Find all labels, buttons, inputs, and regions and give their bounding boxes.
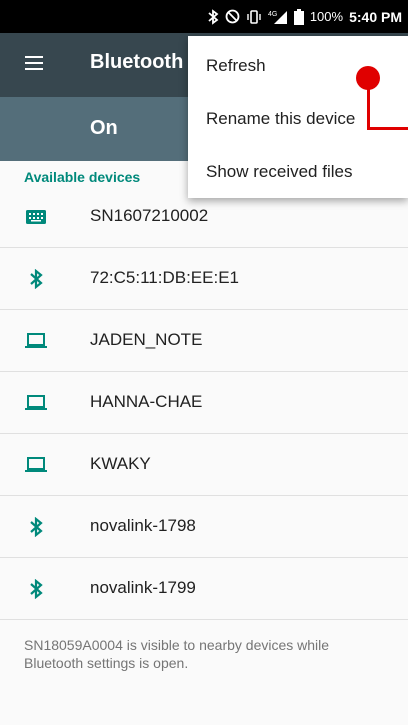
page-title: Bluetooth <box>90 51 184 73</box>
menu-item-rename-device[interactable]: Rename this device <box>188 91 408 145</box>
signal-icon: 4G <box>268 9 288 25</box>
device-name: JADEN_NOTE <box>90 330 203 349</box>
vibrate-icon <box>246 9 262 24</box>
device-name: novalink-1799 <box>90 578 196 597</box>
device-row[interactable]: HANNA-CHAE <box>0 372 408 434</box>
device-row[interactable]: novalink-1799 <box>0 558 408 620</box>
device-row[interactable]: 72:C5:11:DB:EE:E1 <box>0 248 408 310</box>
menu-item-label: Show received files <box>206 162 353 181</box>
device-name: 72:C5:11:DB:EE:E1 <box>90 268 239 287</box>
device-name: novalink-1798 <box>90 516 196 535</box>
visibility-note: SN18059A0004 is visible to nearby device… <box>24 637 330 671</box>
hamburger-menu-icon <box>25 56 43 70</box>
laptop-icon <box>24 453 48 477</box>
available-devices-header: Available devices <box>24 169 141 185</box>
menu-item-label: Rename this device <box>206 109 356 128</box>
device-name: HANNA-CHAE <box>90 392 203 411</box>
battery-percent: 100% <box>309 9 344 24</box>
menu-item-label: Refresh <box>206 56 266 75</box>
status-bar: 4G 100% 5:40 PM <box>0 0 408 33</box>
menu-item-show-received-files[interactable]: Show received files <box>188 144 408 198</box>
bluetooth-status-icon <box>207 8 219 25</box>
clock: 5:40 PM <box>349 8 402 25</box>
device-row[interactable]: novalink-1798 <box>0 496 408 558</box>
device-row[interactable]: KWAKY <box>0 434 408 496</box>
switch-label: On <box>90 117 118 139</box>
laptop-icon <box>24 329 48 353</box>
overflow-menu: Refresh Rename this device Show received… <box>188 36 408 198</box>
annotation-line <box>367 127 408 130</box>
device-name: SN1607210002 <box>90 206 209 225</box>
network-type-label: 4G <box>268 11 277 18</box>
hamburger-menu-button[interactable] <box>20 49 48 77</box>
bluetooth-icon <box>24 267 48 291</box>
bluetooth-icon <box>24 515 48 539</box>
keyboard-icon <box>24 205 48 229</box>
tap-indicator-dot <box>356 66 380 90</box>
device-name: KWAKY <box>90 454 151 473</box>
do-not-disturb-icon <box>225 9 240 24</box>
device-row[interactable]: JADEN_NOTE <box>0 310 408 372</box>
bluetooth-icon <box>24 577 48 601</box>
battery-icon <box>293 8 304 25</box>
laptop-icon <box>24 391 48 415</box>
annotation-line <box>367 88 370 130</box>
